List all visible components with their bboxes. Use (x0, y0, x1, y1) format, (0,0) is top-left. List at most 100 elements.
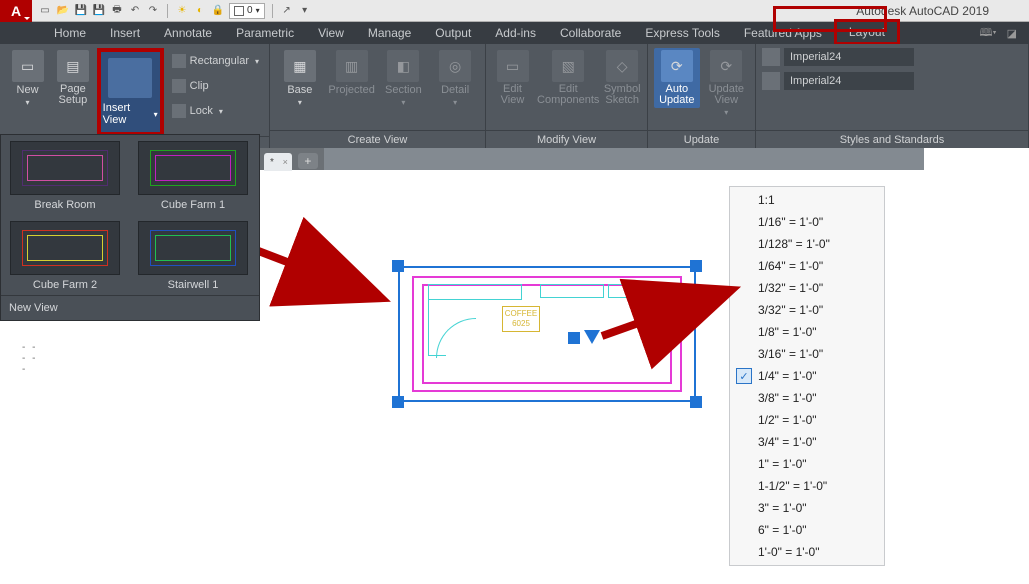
style2-icon (762, 72, 780, 90)
scale-option-label: 1/4" = 1'-0" (758, 369, 817, 383)
tab-view[interactable]: View (306, 22, 356, 44)
scale-option[interactable]: 1/2" = 1'-0" (730, 409, 884, 431)
scale-option[interactable]: 1/32" = 1'-0" (730, 277, 884, 299)
scale-option-label: 1/8" = 1'-0" (758, 325, 817, 339)
scale-option[interactable]: 1" = 1'-0" (730, 453, 884, 475)
tab-help-icon[interactable]: 🕮▾ (980, 24, 997, 43)
scale-option[interactable]: 1-1/2" = 1'-0" (730, 475, 884, 497)
app-logo[interactable]: A (0, 0, 32, 22)
rectangular-button[interactable]: Rectangular▾ (168, 50, 263, 72)
add-tab-button[interactable]: + (298, 153, 318, 169)
tab-layout[interactable]: Layout (834, 19, 900, 45)
more-icon[interactable]: ▾ (298, 4, 312, 18)
undo-icon[interactable]: ↶ (128, 4, 142, 18)
page-setup-icon: ▤ (57, 50, 89, 82)
app-title: Autodesk AutoCAD 2019 (856, 4, 1029, 18)
base-button[interactable]: ▦Base▾ (276, 48, 324, 107)
section-button: ◧Section▾ (380, 48, 428, 107)
scale-option[interactable]: 1/64" = 1'-0" (730, 255, 884, 277)
insert-view-button[interactable]: Insert View▾ (97, 48, 164, 136)
grip-top-right[interactable] (690, 260, 702, 272)
gallery-item[interactable]: Break Room (1, 135, 129, 215)
gallery-thumb (138, 221, 248, 275)
tab-express[interactable]: Express Tools (633, 22, 731, 44)
edit-components-icon: ▧ (552, 50, 584, 82)
ribbon: ▭ New▾ ▤ Page Setup Insert View▾ Rectang… (0, 44, 1029, 148)
tab-manage[interactable]: Manage (356, 22, 423, 44)
scale-option[interactable]: 1:1 (730, 189, 884, 211)
document-tabs: *× + (260, 148, 924, 170)
projected-button: ▥Projected (328, 48, 376, 96)
auto-update-button[interactable]: ⟳Auto Update (654, 48, 700, 108)
gallery-item[interactable]: Cube Farm 1 (129, 135, 257, 215)
gallery-item[interactable]: Stairwell 1 (129, 215, 257, 295)
style1-dropdown[interactable]: Imperial24 (784, 48, 914, 66)
scale-option[interactable]: 3/32" = 1'-0" (730, 299, 884, 321)
scale-option[interactable]: 1'-0" = 1'-0" (730, 541, 884, 563)
layer-selector[interactable]: 0 ▾ (229, 3, 265, 19)
update-view-icon: ⟳ (710, 50, 742, 82)
grip-bottom-right[interactable] (690, 396, 702, 408)
gallery-thumb (10, 141, 120, 195)
style2-dropdown[interactable]: Imperial24 (784, 72, 914, 90)
tab-featured[interactable]: Featured Apps (732, 22, 834, 44)
panel-label-styles: Styles and Standards (756, 130, 1028, 148)
saveas-icon[interactable]: 💾 (92, 4, 106, 18)
close-tab-icon[interactable]: × (283, 157, 288, 167)
new-view-button[interactable]: New View (1, 295, 259, 320)
tab-addins[interactable]: Add-ins (483, 22, 548, 44)
detail-icon: ◎ (439, 50, 471, 82)
scale-option[interactable]: 3/8" = 1'-0" (730, 387, 884, 409)
scale-option[interactable]: 3" = 1'-0" (730, 497, 884, 519)
new-button[interactable]: ▭ New▾ (6, 48, 49, 107)
save-icon[interactable]: 💾 (74, 4, 88, 18)
detail-button: ◎Detail▾ (431, 48, 479, 107)
grip-bottom-left[interactable] (392, 396, 404, 408)
tab-output[interactable]: Output (423, 22, 483, 44)
grip-center[interactable] (568, 332, 580, 344)
scale-option[interactable]: 3/16" = 1'-0" (730, 343, 884, 365)
share-icon[interactable]: ↗ (280, 4, 294, 18)
scale-option[interactable]: 6" = 1'-0" (730, 519, 884, 541)
lock-icon[interactable]: 🔒 (211, 4, 225, 18)
bulb-icon[interactable]: ◐ (193, 4, 207, 18)
tab-minimize-icon[interactable]: ◪ (1007, 27, 1017, 40)
lock-button[interactable]: Lock▾ (168, 100, 263, 122)
tab-home[interactable]: Home (42, 22, 98, 44)
gallery-thumb (138, 141, 248, 195)
grip-scale-arrow[interactable] (584, 330, 600, 344)
document-tab[interactable]: *× (264, 153, 292, 171)
scale-option[interactable]: 1/8" = 1'-0" (730, 321, 884, 343)
gallery-item-label: Cube Farm 1 (161, 199, 225, 211)
auto-update-icon: ⟳ (661, 50, 693, 82)
scale-option-label: 3/16" = 1'-0" (758, 347, 823, 361)
grip-top-left[interactable] (392, 260, 404, 272)
scale-option[interactable]: 1/128" = 1'-0" (730, 233, 884, 255)
plot-icon[interactable]: 🖶 (110, 4, 124, 18)
new-icon[interactable]: ▭ (38, 4, 52, 18)
open-icon[interactable]: 📂 (56, 4, 70, 18)
update-view-button: ⟳Update View▾ (704, 48, 749, 117)
inserted-viewport[interactable]: COFFEE6025 (398, 266, 696, 402)
scale-option[interactable]: 3/4" = 1'-0" (730, 431, 884, 453)
clip-button[interactable]: Clip (168, 75, 263, 97)
tab-insert[interactable]: Insert (98, 22, 152, 44)
scale-option-label: 3/32" = 1'-0" (758, 303, 823, 317)
tab-annotate[interactable]: Annotate (152, 22, 224, 44)
ruler-mark: - -- -- (22, 342, 37, 375)
edit-view-button: ▭Edit View (492, 48, 533, 106)
sun-icon[interactable]: ☀ (175, 4, 189, 18)
tab-parametric[interactable]: Parametric (224, 22, 306, 44)
page-setup-button[interactable]: ▤ Page Setup (53, 48, 93, 106)
scale-option[interactable]: 1/16" = 1'-0" (730, 211, 884, 233)
gallery-item-label: Cube Farm 2 (33, 279, 97, 291)
scale-option-label: 1" = 1'-0" (758, 457, 807, 471)
gallery-item-label: Stairwell 1 (168, 279, 219, 291)
new-icon: ▭ (12, 50, 44, 82)
scale-option-label: 1:1 (758, 193, 775, 207)
gallery-item[interactable]: Cube Farm 2 (1, 215, 129, 295)
scale-option[interactable]: ✓1/4" = 1'-0" (730, 365, 884, 387)
tab-collaborate[interactable]: Collaborate (548, 22, 633, 44)
redo-icon[interactable]: ↷ (146, 4, 160, 18)
scale-option-label: 1-1/2" = 1'-0" (758, 479, 827, 493)
